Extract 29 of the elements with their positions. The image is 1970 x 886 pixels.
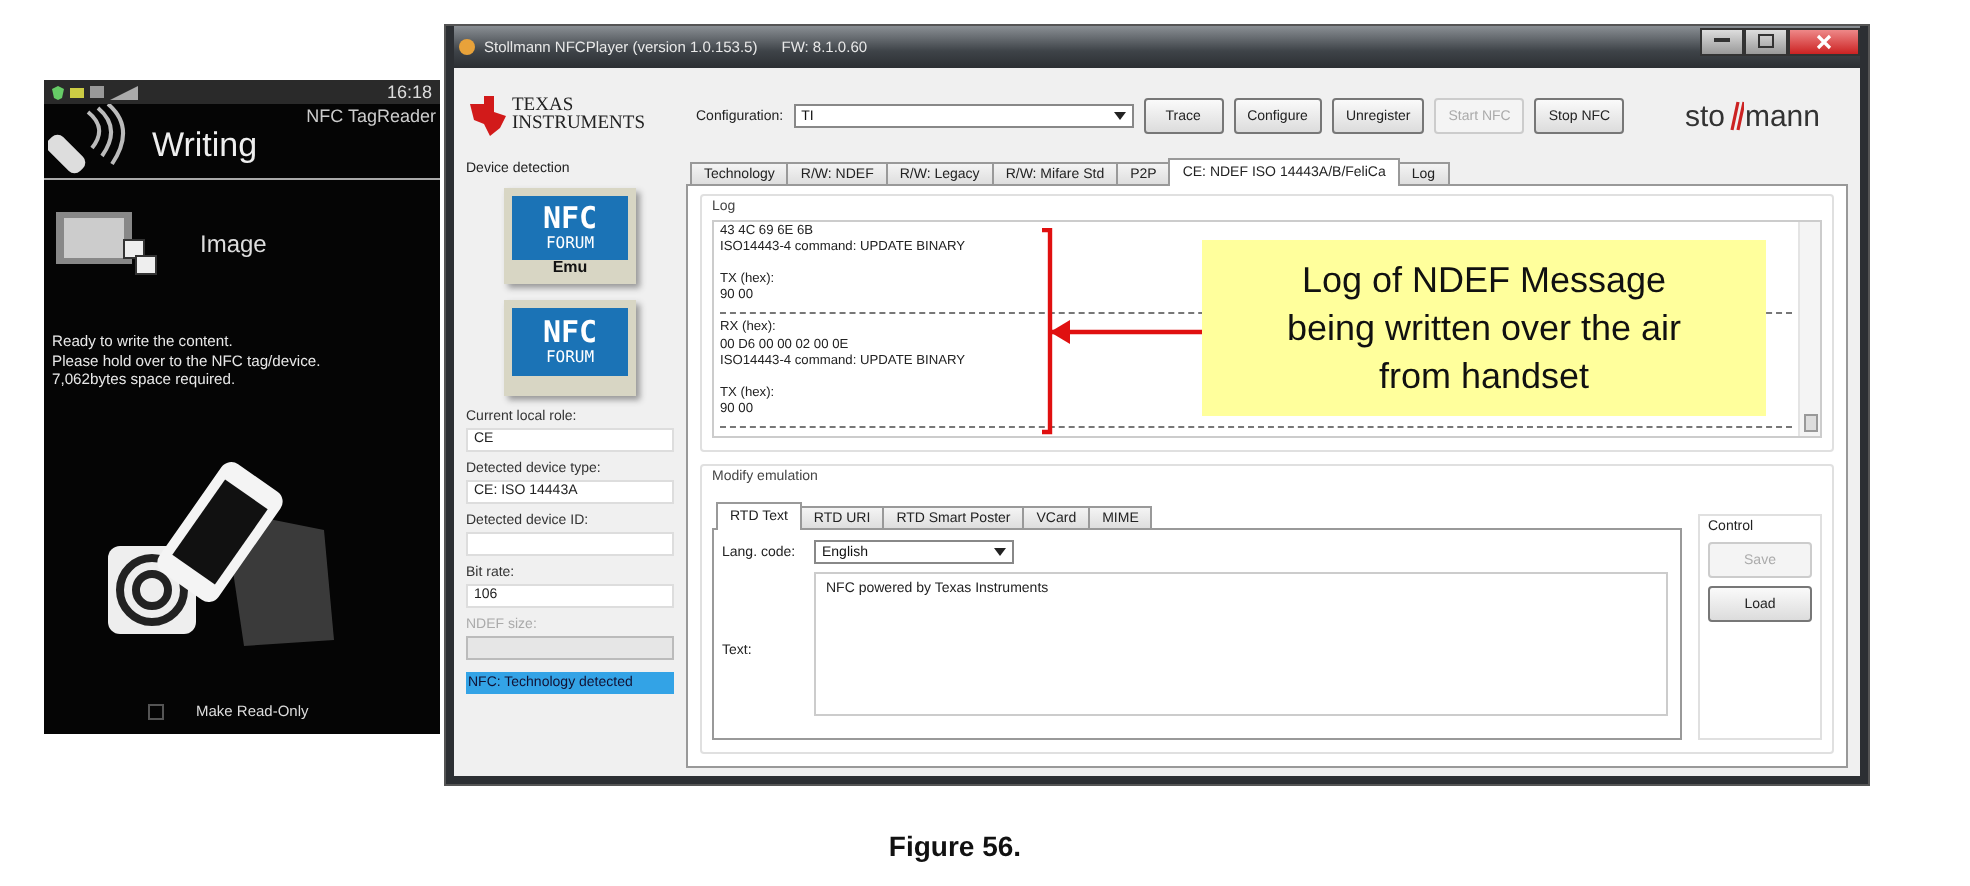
screen-title: Writing <box>152 126 260 166</box>
maximize-icon <box>1758 34 1774 48</box>
figure-caption: Figure 56. <box>888 830 1022 862</box>
readout-field[interactable] <box>466 636 674 660</box>
content-type: Image <box>200 230 267 258</box>
caret-icon <box>1113 112 1126 120</box>
readout-field[interactable] <box>466 532 674 556</box>
image-icon <box>90 86 104 98</box>
logo-text: TEXAS <box>512 98 574 116</box>
scrollbar[interactable] <box>1798 222 1820 436</box>
texas-state-icon <box>466 96 506 136</box>
nfc-forum-logo: NFC FORUM <box>504 300 636 396</box>
minimize-button[interactable] <box>1700 27 1744 55</box>
close-button[interactable] <box>1788 27 1860 55</box>
logo-text: INSTRUMENTS <box>512 116 646 134</box>
maximize-button[interactable] <box>1744 27 1788 55</box>
signal-icon <box>110 85 138 99</box>
shield-icon <box>52 85 64 99</box>
app-name: NFC TagReader <box>306 106 436 126</box>
read-only-checkbox[interactable] <box>148 703 164 719</box>
callout-note: Log of NDEF Message being written over the air from handset <box>1202 240 1766 416</box>
status-time: 16:18 <box>386 82 432 102</box>
battery-icon <box>70 87 84 97</box>
app-icon <box>458 38 476 56</box>
close-icon <box>1816 33 1832 49</box>
caret-icon <box>994 548 1006 556</box>
nfc-forum-logo: NFC FORUM Emu <box>504 188 636 284</box>
minimize-icon <box>1714 38 1730 44</box>
brand-logo: sto mann <box>1684 98 1820 134</box>
